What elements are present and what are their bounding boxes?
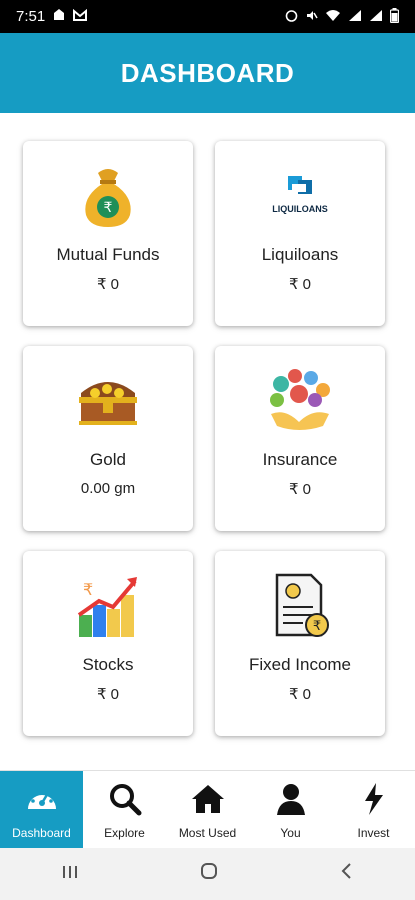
search-icon: [107, 781, 143, 820]
card-fixed-income[interactable]: ₹ Fixed Income ₹ 0: [215, 551, 385, 736]
status-time: 7:51: [16, 8, 46, 25]
card-liquiloans[interactable]: LIQUILOANS Liquiloans ₹ 0: [215, 141, 385, 326]
card-gold[interactable]: Gold 0.00 gm: [23, 346, 193, 531]
mute-icon: [305, 9, 318, 25]
nav-label: You: [280, 825, 301, 840]
nav-invest[interactable]: Invest: [332, 771, 415, 849]
card-value: 0.00 gm: [80, 480, 136, 497]
alarm-icon: [285, 9, 298, 25]
notification-icon: [52, 8, 66, 26]
card-mutual-funds[interactable]: ₹ Mutual Funds ₹ 0: [23, 141, 193, 326]
card-stocks[interactable]: ₹ Stocks ₹ 0: [23, 551, 193, 736]
svg-text:₹: ₹: [83, 582, 93, 599]
nav-label: Dashboard: [12, 825, 71, 840]
home-icon: [190, 781, 226, 820]
nav-dashboard[interactable]: Dashboard: [0, 771, 83, 849]
card-value: ₹ 0: [96, 276, 120, 293]
system-navigation-bar: [0, 848, 415, 900]
nav-label: Explore: [104, 825, 145, 840]
app-header: DASHBOARD: [0, 33, 415, 113]
home-button-icon[interactable]: [200, 862, 218, 886]
battery-icon: [389, 7, 400, 26]
wifi-icon: [325, 9, 341, 25]
card-title: Stocks: [82, 655, 134, 674]
lightning-icon: [356, 781, 392, 820]
card-title: Mutual Funds: [56, 245, 160, 264]
fixed-income-document-icon: ₹: [215, 571, 385, 641]
gmail-icon: [73, 8, 88, 25]
nav-you[interactable]: You: [249, 771, 332, 849]
back-icon[interactable]: [340, 862, 354, 886]
liquiloans-logo: LIQUILOANS: [215, 161, 385, 231]
signal-icon: [348, 9, 362, 25]
speedometer-icon: [24, 781, 60, 820]
treasure-chest-icon: [23, 366, 193, 436]
page-title: DASHBOARD: [120, 57, 295, 88]
card-value: ₹ 0: [288, 481, 312, 498]
money-bag-icon: ₹: [23, 161, 193, 231]
card-title: Liquiloans: [261, 245, 339, 264]
bottom-navigation: Dashboard Explore Most Used You Invest: [0, 770, 415, 849]
stocks-chart-icon: ₹: [23, 571, 193, 641]
insurance-hands-icon: [215, 366, 385, 436]
status-bar: 7:51: [0, 0, 415, 33]
card-value: ₹ 0: [288, 686, 312, 703]
status-left: 7:51: [16, 8, 88, 26]
card-insurance[interactable]: Insurance ₹ 0: [215, 346, 385, 531]
dashboard-grid: ₹ Mutual Funds ₹ 0 LIQUILOANS Liquiloans…: [0, 113, 415, 770]
liquiloans-logo-text: LIQUILOANS: [272, 204, 328, 214]
nav-label: Invest: [357, 825, 390, 840]
nav-explore[interactable]: Explore: [83, 771, 166, 849]
recent-apps-icon[interactable]: [61, 863, 79, 886]
signal-icon-2: [369, 9, 383, 25]
card-title: Gold: [90, 450, 126, 469]
card-value: ₹ 0: [288, 276, 312, 293]
card-value: ₹ 0: [96, 686, 120, 703]
card-title: Fixed Income: [248, 655, 352, 674]
nav-most-used[interactable]: Most Used: [166, 771, 249, 849]
svg-text:₹: ₹: [104, 199, 113, 215]
card-title: Insurance: [262, 450, 338, 469]
svg-text:₹: ₹: [313, 618, 321, 633]
user-icon: [273, 781, 309, 820]
nav-label: Most Used: [178, 825, 237, 840]
status-right: [285, 7, 400, 26]
